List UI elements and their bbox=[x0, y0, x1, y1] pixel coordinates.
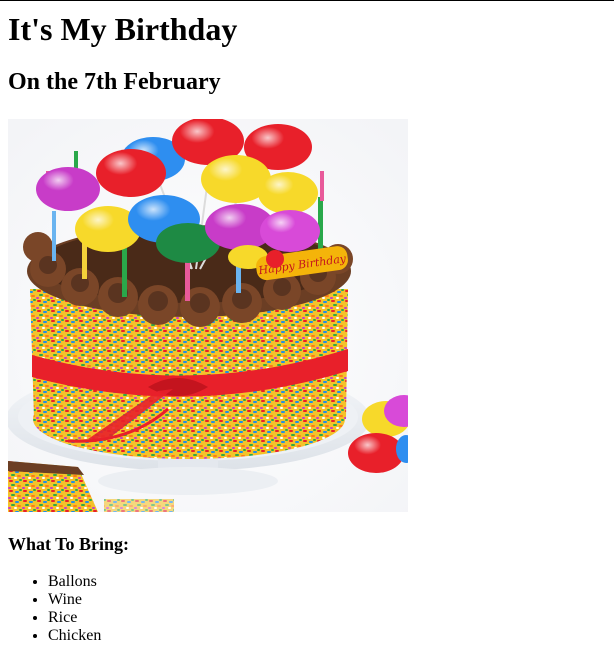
page-subtitle: On the 7th February bbox=[8, 69, 221, 95]
bring-heading: What To Bring: bbox=[8, 534, 130, 554]
page-content: It's My Birthday On the 7th February Hap… bbox=[8, 1, 606, 645]
list-item: Rice bbox=[48, 609, 606, 627]
list-item: Ballons bbox=[48, 573, 606, 591]
list-item: Wine bbox=[48, 591, 606, 609]
page-title: It's My Birthday bbox=[8, 11, 238, 47]
cake-image: Happy Birthday bbox=[8, 119, 408, 512]
bring-list: Ballons Wine Rice Chicken bbox=[8, 573, 606, 645]
list-item: Chicken bbox=[48, 627, 606, 645]
